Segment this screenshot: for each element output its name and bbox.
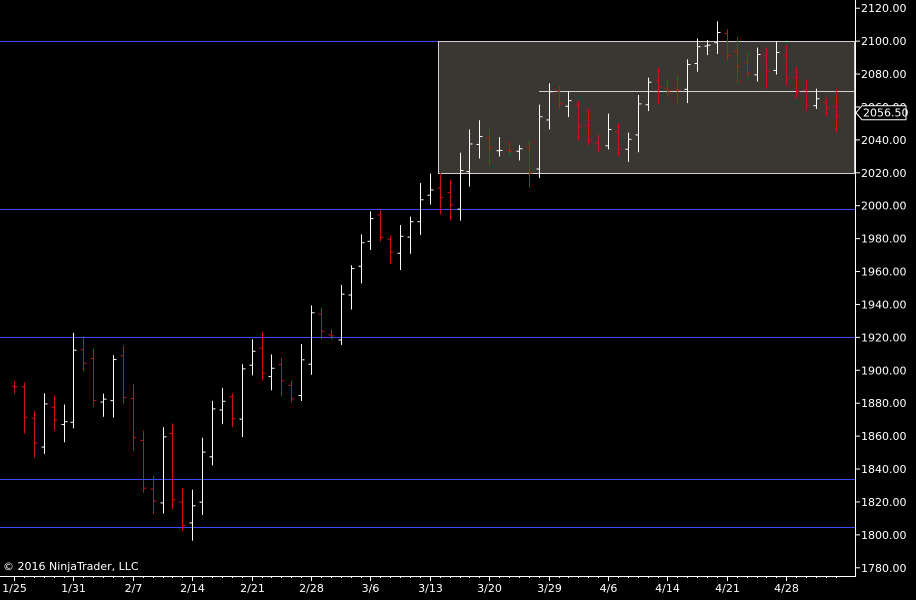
time-tick-label: 4/14 [655, 582, 680, 595]
price-tick-label: 1920.00 [861, 331, 907, 344]
time-tick-label: 4/21 [715, 582, 740, 595]
time-tick-label: 2/21 [240, 582, 265, 595]
time-tick-label: 2/28 [299, 582, 324, 595]
price-tick-label: 1880.00 [861, 397, 907, 410]
price-tick-label: 1800.00 [861, 529, 907, 542]
time-tick-label: 4/6 [600, 582, 618, 595]
price-tick-label: 1820.00 [861, 496, 907, 509]
price-tick-label: 2080.00 [861, 68, 907, 81]
time-tick-label: 1/31 [61, 582, 86, 595]
range-box [438, 41, 855, 174]
price-tick-label: 2100.00 [861, 35, 907, 48]
time-tick-label: 3/29 [537, 582, 562, 595]
price-tick-label: 1840.00 [861, 463, 907, 476]
time-tick-label: 2/14 [180, 582, 205, 595]
price-axis: 2120.002100.002080.002060.002040.002020.… [855, 0, 909, 576]
price-tick-label: 1900.00 [861, 364, 907, 377]
last-price-label: 2056.50 [863, 107, 909, 120]
time-tick-label: 2/7 [125, 582, 143, 595]
price-tick-label: 2120.00 [861, 2, 907, 15]
range-box-rect [438, 41, 855, 174]
time-tick-label: 1/25 [2, 582, 27, 595]
time-axis: 1/25 1/31 2/7 2/14 2/21 2/28 3/6 3/13 3/20 3/29 4/… [0, 576, 856, 595]
price-tick-label: 2020.00 [861, 167, 907, 180]
price-tick-label: 1940.00 [861, 298, 907, 311]
price-tick-label: 1860.00 [861, 430, 907, 443]
price-tick-label: 1780.00 [861, 562, 907, 575]
price-tick-label: 1960.00 [861, 266, 907, 279]
price-chart: 2120.002100.002080.002060.002040.002020.… [0, 0, 916, 600]
time-tick-label: 3/6 [362, 582, 380, 595]
time-tick-label: 4/28 [774, 582, 799, 595]
price-tick-label: 1980.00 [861, 233, 907, 246]
price-tick-label: 2000.00 [861, 200, 907, 213]
price-tick-label: 2040.00 [861, 134, 907, 147]
copyright-text: © 2016 NinjaTrader, LLC [3, 560, 139, 573]
time-tick-label: 3/20 [477, 582, 502, 595]
time-tick-label: 3/13 [418, 582, 443, 595]
